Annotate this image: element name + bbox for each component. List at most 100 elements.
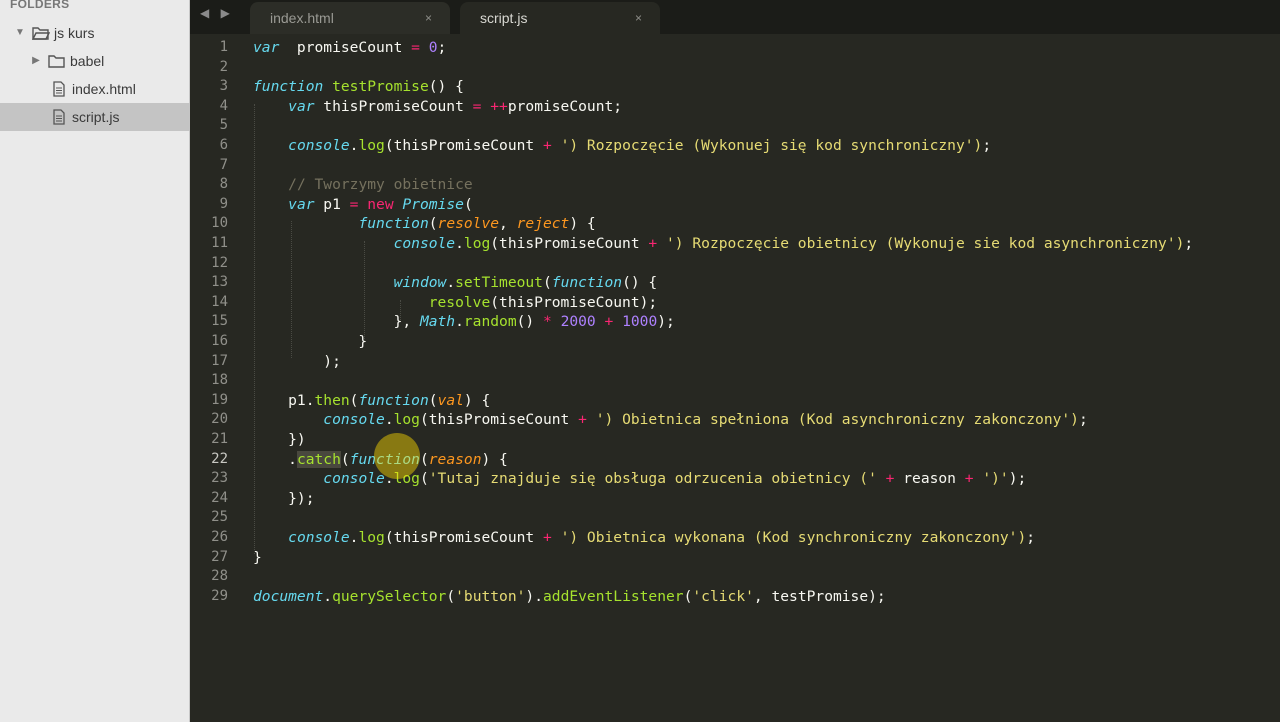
code-token: log xyxy=(463,235,491,252)
code-line[interactable]: // Tworzymy obietnice xyxy=(253,175,473,195)
code-line[interactable]: console.log(thisPromiseCount + ') Obietn… xyxy=(253,410,1087,430)
code-token: function xyxy=(551,274,623,292)
code-line[interactable]: }) xyxy=(253,430,306,450)
code-token: ; xyxy=(982,137,992,154)
line-number: 4 xyxy=(219,97,228,114)
code-token: ); xyxy=(253,352,341,370)
code-token: window xyxy=(393,274,447,292)
code-line[interactable]: var promiseCount = 0; xyxy=(253,38,446,58)
sidebar-item-label: js kurs xyxy=(54,25,95,41)
close-icon[interactable]: × xyxy=(425,11,432,25)
line-number: 19 xyxy=(211,391,228,408)
line-number: 14 xyxy=(211,293,228,310)
code-token: resolve xyxy=(437,215,500,233)
code-token: ; xyxy=(1026,529,1036,546)
code-line[interactable]: document.querySelector('button').addEven… xyxy=(253,587,886,607)
code-line[interactable]: var thisPromiseCount = ++promiseCount; xyxy=(253,97,622,117)
tab-nav-arrows-icon[interactable]: ◀ ▶ xyxy=(200,6,234,20)
code-token: promiseCount; xyxy=(507,97,623,115)
code-line[interactable]: console.log('Tutaj znajduje się obsługa … xyxy=(253,469,1026,489)
code-token: function xyxy=(358,215,429,233)
code-line[interactable]: var p1 = new Promise( xyxy=(253,195,473,215)
code-line[interactable]: } xyxy=(253,332,367,352)
code-token: ( xyxy=(419,470,429,488)
tab-script-js[interactable]: script.js × xyxy=(460,2,660,34)
line-number: 7 xyxy=(219,156,228,173)
code-token: (thisPromiseCount xyxy=(384,529,543,546)
code-token: ) { xyxy=(463,391,491,409)
tab-label: index.html xyxy=(270,10,334,26)
code-line[interactable]: function testPromise() { xyxy=(253,77,464,97)
code-token: ; xyxy=(1184,235,1194,252)
code-token: console xyxy=(323,411,385,429)
line-number: 24 xyxy=(211,489,228,506)
sidebar-item-js-kurs[interactable]: ▼ js kurs xyxy=(0,19,190,47)
folder-icon xyxy=(48,53,66,69)
code-token: addEventListener xyxy=(543,587,684,605)
code-line[interactable]: p1.then(function(val) { xyxy=(253,391,490,411)
code-line[interactable]: resolve(thisPromiseCount); xyxy=(253,293,657,313)
code-token: reject xyxy=(516,215,570,233)
code-token: resolve xyxy=(428,293,491,311)
code-token: , xyxy=(499,215,517,233)
code-token: 'Tutaj znajduje się obsługa odrzucenia o… xyxy=(428,470,877,488)
line-number: 27 xyxy=(211,548,228,565)
chevron-right-icon[interactable]: ▶ xyxy=(30,55,42,67)
code-token: ( xyxy=(428,391,438,409)
code-token: () xyxy=(516,313,543,331)
code-line[interactable]: }); xyxy=(253,489,315,509)
code-token: ; xyxy=(437,39,447,56)
code-token: testPromise xyxy=(332,78,429,96)
code-token: (thisPromiseCount); xyxy=(490,293,658,311)
code-token: then xyxy=(314,391,350,409)
code-token: console xyxy=(393,235,456,252)
line-number: 21 xyxy=(211,431,228,447)
code-line[interactable]: window.setTimeout(function() { xyxy=(253,273,658,293)
close-icon[interactable]: × xyxy=(635,11,642,25)
code-editor[interactable]: 1 2 3 4 5 6 7 8 9 10 11 12 13 14 15 16 17 18 19 20 21 22 23 24 2… xyxy=(190,34,1280,722)
sidebar: FOLDERS ▼ js kurs ▶ babel index.html scr… xyxy=(0,0,190,722)
file-icon xyxy=(50,81,68,97)
code-line[interactable]: ); xyxy=(253,352,341,372)
sidebar-header: FOLDERS xyxy=(10,0,70,11)
code-token: log xyxy=(358,529,385,546)
chevron-down-icon[interactable]: ▼ xyxy=(14,27,26,39)
code-token: var xyxy=(288,195,315,213)
code-token: ( xyxy=(463,195,473,213)
code-token: document xyxy=(253,587,324,605)
code-token: // Tworzymy obietnice xyxy=(288,176,473,194)
code-token: }); xyxy=(253,489,315,507)
code-line[interactable]: }, Math.random() * 2000 + 1000); xyxy=(253,312,675,332)
code-token: val xyxy=(437,391,464,409)
line-number: 13 xyxy=(211,274,228,291)
code-token: . xyxy=(323,587,333,605)
tab-index-html[interactable]: index.html × xyxy=(250,2,450,34)
code-line[interactable]: function(resolve, reject) { xyxy=(253,214,595,234)
line-number: 23 xyxy=(211,470,228,487)
code-line[interactable]: console.log(thisPromiseCount + ') Obietn… xyxy=(253,528,1035,548)
code-token: ( xyxy=(419,450,429,468)
code-token: ); xyxy=(1008,470,1027,488)
code-line[interactable]: console.log(thisPromiseCount + ') Rozpoc… xyxy=(253,234,1194,254)
sidebar-item-script-js[interactable]: script.js xyxy=(0,103,190,131)
code-token: () { xyxy=(622,274,658,292)
line-number: 29 xyxy=(211,587,228,604)
code-token: } xyxy=(253,333,368,350)
code-token: + xyxy=(578,411,587,429)
code-token: ') Rozpoczęcie (Wykonuej się kod synchro… xyxy=(560,137,983,154)
code-line[interactable]: console.log(thisPromiseCount + ') Rozpoc… xyxy=(253,136,991,156)
code-token: p1. xyxy=(253,391,315,409)
sidebar-item-babel[interactable]: ▶ babel xyxy=(0,47,190,75)
indent-guide xyxy=(364,241,365,339)
line-number: 17 xyxy=(211,352,228,369)
sidebar-item-index-html[interactable]: index.html xyxy=(0,75,190,103)
